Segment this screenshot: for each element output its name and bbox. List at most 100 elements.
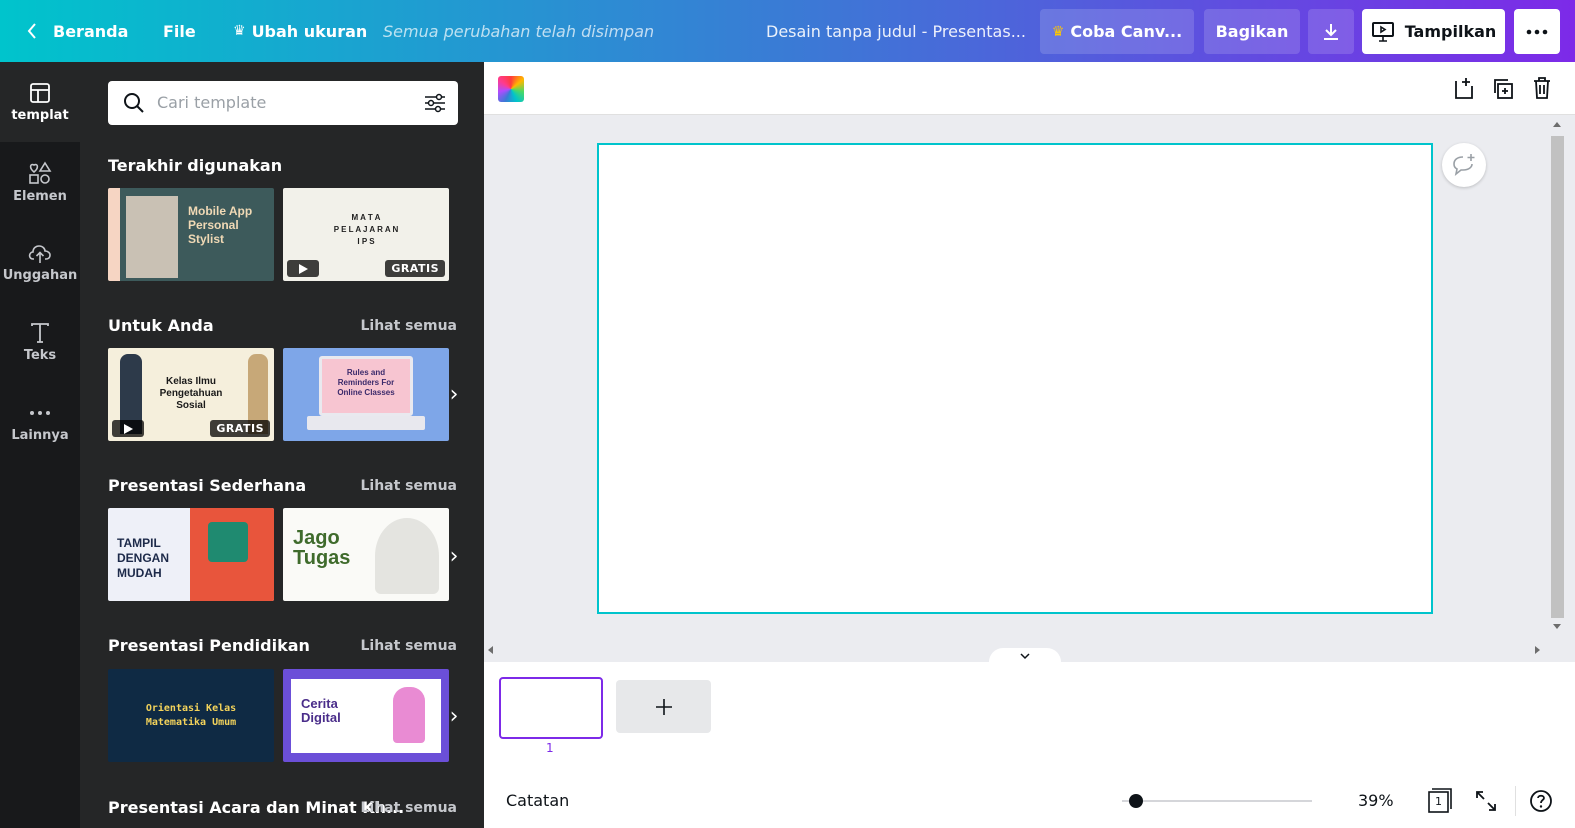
comment-plus-icon xyxy=(1453,154,1475,176)
chevron-right-icon[interactable]: › xyxy=(447,541,461,571)
template-icon xyxy=(30,82,50,103)
decor-strip xyxy=(108,188,120,281)
more-dots-icon xyxy=(30,410,50,415)
nav-item-uploads[interactable]: Unggahan xyxy=(0,222,80,302)
page-thumbnail[interactable] xyxy=(499,677,603,739)
nav-item-more[interactable]: Lainnya xyxy=(0,382,80,462)
more-dots-icon xyxy=(1526,29,1548,34)
template-thumb-mata-pelajaran-ips[interactable]: M A T A P E L A J A R A N I P S GRATIS xyxy=(283,188,449,281)
page-number: 1 xyxy=(546,741,554,755)
template-thumb-rules-reminders[interactable]: Rules and Reminders For Online Classes xyxy=(283,348,449,441)
filter-sliders-icon[interactable] xyxy=(424,93,446,113)
duplicate-page-icon[interactable] xyxy=(1491,77,1515,101)
scroll-up-arrow[interactable] xyxy=(1553,122,1561,127)
section-title-for-you: Untuk Anda xyxy=(108,316,214,335)
notes-button[interactable]: Catatan xyxy=(506,791,569,810)
thumb-text: M A T A P E L A J A R A N I P S xyxy=(333,213,399,246)
present-button[interactable]: Tampilkan xyxy=(1362,9,1505,54)
scroll-down-arrow[interactable] xyxy=(1553,624,1561,629)
thumb-text: Kelas Ilmu Pengetahuan Sosial xyxy=(159,376,223,411)
elements-icon xyxy=(29,160,52,184)
zoom-percentage[interactable]: 39% xyxy=(1358,791,1394,810)
add-page-icon[interactable] xyxy=(1453,76,1475,100)
editor-toolbar xyxy=(484,62,1575,115)
chevron-right-icon[interactable]: › xyxy=(447,701,461,731)
add-comment-button[interactable] xyxy=(1442,143,1486,187)
nav-item-label: Lainnya xyxy=(11,427,69,443)
see-all-link[interactable]: Lihat semua xyxy=(360,638,457,654)
template-thumb-cerita-digital[interactable]: Cerita Digital xyxy=(283,669,449,762)
download-icon xyxy=(1324,23,1338,40)
top-bar: Beranda File ♛ Ubah ukuran Semua perubah… xyxy=(0,0,1575,62)
section-title-recent: Terakhir digunakan xyxy=(108,156,283,175)
plant-pot-illustration xyxy=(375,518,439,594)
upload-cloud-icon xyxy=(28,244,51,263)
zoom-slider[interactable] xyxy=(1122,794,1312,808)
nav-item-label: Unggahan xyxy=(2,267,78,283)
thumb-text: TAMPIL DENGAN MUDAH xyxy=(117,536,170,580)
template-thumb-mobile-app-stylist[interactable]: Mobile App Personal Stylist xyxy=(108,188,274,281)
video-play-icon xyxy=(112,420,144,437)
add-page-button[interactable] xyxy=(616,680,711,733)
try-pro-button[interactable]: ♛ Coba Canv... xyxy=(1040,9,1194,54)
design-canvas-page[interactable] xyxy=(597,143,1433,614)
page-count: 1 xyxy=(1435,795,1442,808)
template-thumb-orientasi-kelas[interactable]: Orientasi Kelas Matematika Umum xyxy=(108,669,274,762)
editor-area: 1 Catatan 39% 1 xyxy=(484,62,1575,828)
help-icon[interactable] xyxy=(1529,789,1553,813)
scroll-right-arrow[interactable] xyxy=(1535,646,1540,654)
crown-icon: ♛ xyxy=(233,23,246,39)
plus-icon xyxy=(655,698,672,715)
home-label: Beranda xyxy=(53,21,129,41)
resize-label: Ubah ukuran xyxy=(251,21,368,41)
see-all-link[interactable]: Lihat semua xyxy=(360,800,457,816)
divider xyxy=(1515,786,1516,816)
template-thumb-tampil-dengan-mudah[interactable]: TAMPIL DENGAN MUDAH xyxy=(108,508,274,601)
nav-item-label: Teks xyxy=(23,347,57,363)
document-title[interactable]: Desain tanpa judul - Presentas... xyxy=(766,0,1026,62)
download-button[interactable] xyxy=(1308,9,1354,54)
more-options-button[interactable] xyxy=(1514,9,1560,54)
nav-item-label: templat xyxy=(11,107,69,123)
search-icon xyxy=(124,93,144,113)
chevron-left-icon xyxy=(27,23,36,39)
file-label: File xyxy=(163,21,196,41)
zoom-slider-track xyxy=(1122,800,1312,802)
templates-panel: Cari template Terakhir digunakan Mobile … xyxy=(80,62,484,828)
thumb-text: Cerita Digital xyxy=(301,696,341,725)
bottom-panel: 1 Catatan 39% 1 xyxy=(484,662,1575,828)
chevron-right-icon[interactable]: › xyxy=(447,379,461,409)
home-button[interactable]: Beranda xyxy=(26,0,128,62)
free-badge: GRATIS xyxy=(385,260,445,277)
person-illustration xyxy=(393,687,425,743)
vertical-scrollbar[interactable] xyxy=(1550,122,1565,636)
search-input[interactable]: Cari template xyxy=(108,81,458,125)
chevron-down-icon xyxy=(1020,653,1030,660)
nav-item-elements[interactable]: Elemen xyxy=(0,142,80,222)
nav-item-templates[interactable]: templat xyxy=(0,62,80,142)
nav-item-label: Elemen xyxy=(13,188,67,204)
text-icon xyxy=(31,322,49,343)
thumb-text: Jago Tugas xyxy=(293,527,351,569)
desk-illustration xyxy=(208,522,248,562)
thumb-text: Mobile App Personal Stylist xyxy=(188,204,253,246)
fullscreen-icon[interactable] xyxy=(1475,790,1497,812)
template-thumb-kelas-ilmu[interactable]: Kelas Ilmu Pengetahuan Sosial GRATIS xyxy=(108,348,274,441)
scroll-left-arrow[interactable] xyxy=(488,646,493,654)
trash-icon[interactable] xyxy=(1532,76,1552,100)
thumb-text: Rules and Reminders For Online Classes xyxy=(337,368,395,397)
color-picker-button[interactable] xyxy=(498,76,524,102)
zoom-slider-knob[interactable] xyxy=(1129,794,1143,808)
file-menu-button[interactable]: File xyxy=(163,0,196,62)
page-count-button[interactable]: 1 xyxy=(1427,788,1453,814)
scrollbar-thumb[interactable] xyxy=(1551,136,1564,618)
nav-item-text[interactable]: Teks xyxy=(0,302,80,382)
section-title-simple-presentations: Presentasi Sederhana xyxy=(108,476,307,495)
section-title-education-presentations: Presentasi Pendidikan xyxy=(108,636,310,655)
see-all-link[interactable]: Lihat semua xyxy=(360,478,457,494)
resize-button[interactable]: ♛ Ubah ukuran xyxy=(233,0,367,62)
save-status: Semua perubahan telah disimpan xyxy=(383,21,655,41)
share-button[interactable]: Bagikan xyxy=(1204,9,1300,54)
see-all-link[interactable]: Lihat semua xyxy=(360,318,457,334)
template-thumb-jago-tugas[interactable]: Jago Tugas xyxy=(283,508,449,601)
